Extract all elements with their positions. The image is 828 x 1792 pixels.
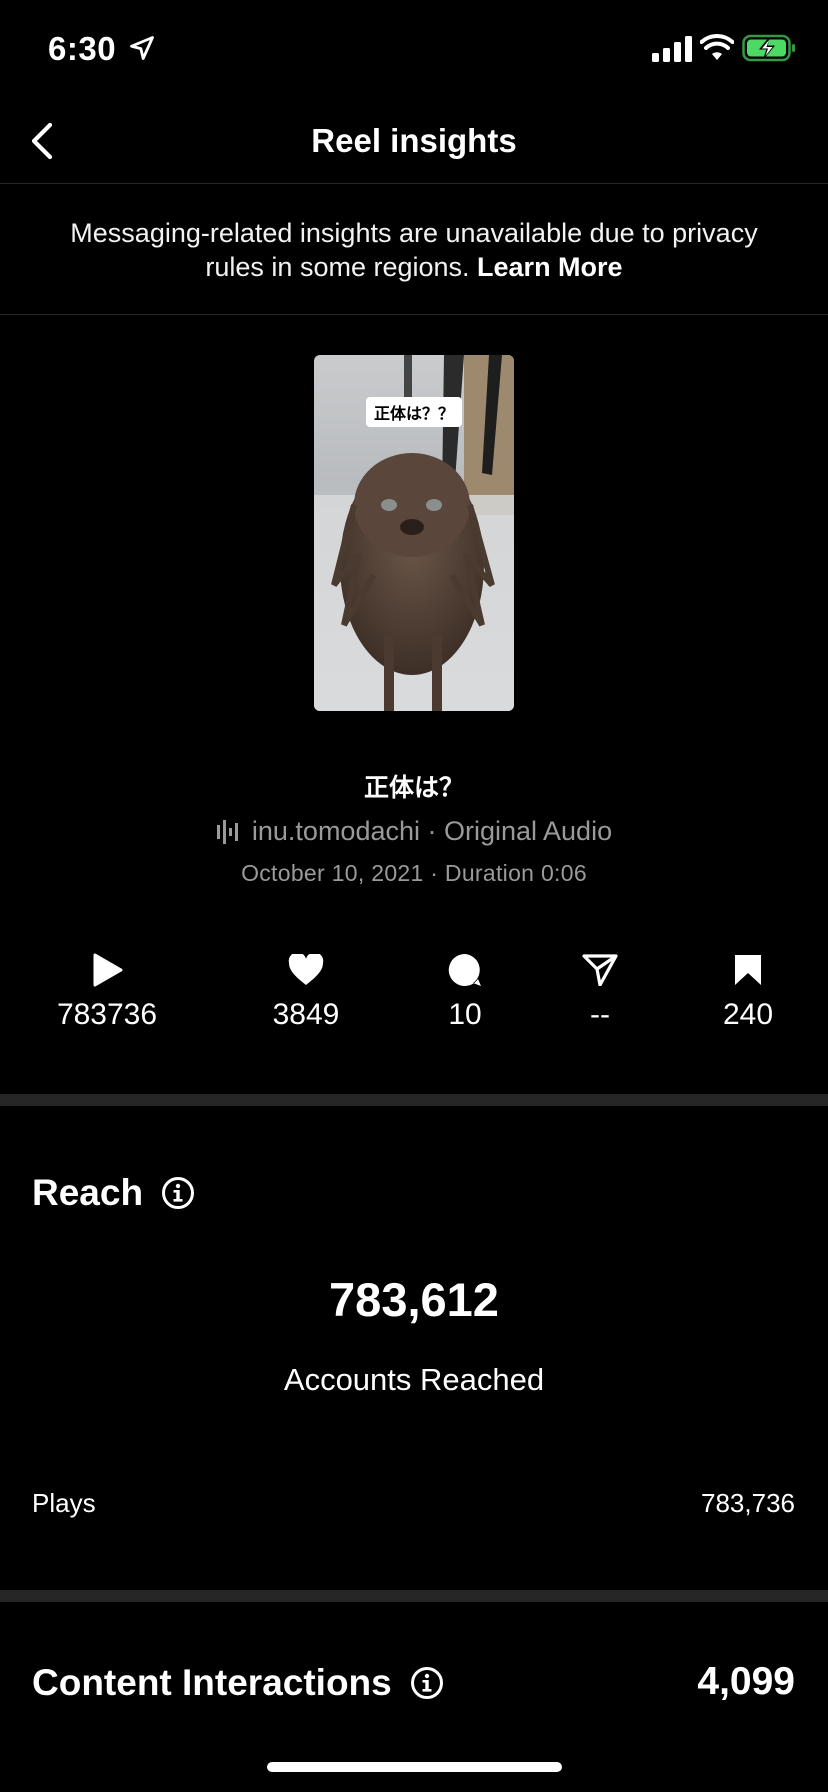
reel-meta: October 10, 2021 · Duration 0:06 <box>241 860 587 886</box>
info-icon[interactable] <box>410 1666 444 1700</box>
info-icon[interactable] <box>161 1176 195 1210</box>
home-indicator[interactable] <box>267 1762 562 1772</box>
bookmark-icon <box>735 955 761 985</box>
reach-label: Accounts Reached <box>283 1362 545 1397</box>
reel-title: 正体は？ <box>363 773 464 802</box>
plays-label: Plays <box>32 1488 96 1518</box>
reel-thumbnail[interactable]: 正体は？？ <box>314 355 514 711</box>
page-title: Reel insights <box>311 122 517 159</box>
content-interactions-title: Content Interactions <box>32 1662 392 1703</box>
battery-charging-icon <box>742 34 795 62</box>
comment-icon <box>448 953 481 986</box>
section-divider <box>0 1590 828 1602</box>
content-interactions-header: Content Interactions <box>32 1662 444 1704</box>
location-arrow-icon <box>130 36 154 60</box>
metric-shares-value: -- <box>590 998 610 1031</box>
nav-bar: Reel insights <box>0 100 828 184</box>
content-interactions-value: 4,099 <box>697 1660 795 1703</box>
metric-plays: 783736 <box>27 952 187 1032</box>
reach-value: 783,612 <box>329 1273 499 1326</box>
plays-value: 783,736 <box>701 1488 795 1518</box>
metric-saves-value: 240 <box>722 998 774 1031</box>
reel-audio-text: inu.tomodachi · Original Audio <box>251 816 613 846</box>
learn-more-link[interactable]: Learn More <box>477 252 623 282</box>
privacy-notice: Messaging-related insights are unavailab… <box>0 185 828 315</box>
metric-plays-value: 783736 <box>56 998 158 1031</box>
notice-text: Messaging-related insights are unavailab… <box>70 217 758 282</box>
audio-waveform-icon <box>216 819 238 844</box>
metric-shares: -- <box>520 952 680 1032</box>
reach-title: Reach <box>32 1172 144 1213</box>
section-divider <box>0 1094 828 1106</box>
metric-saves: 240 <box>668 952 828 1032</box>
status-bar: 6:30 <box>0 0 828 100</box>
status-time: 6:30 <box>48 30 117 67</box>
reel-audio[interactable]: inu.tomodachi · Original Audio <box>0 816 828 847</box>
thumbnail-caption: 正体は？？ <box>365 397 463 427</box>
wifi-icon <box>700 34 734 60</box>
privacy-notice-text: Messaging-related insights are unavailab… <box>70 216 758 284</box>
play-icon <box>93 953 123 987</box>
reach-header: Reach <box>32 1172 195 1214</box>
share-icon <box>582 954 618 986</box>
metric-likes-value: 3849 <box>272 998 340 1031</box>
cellular-signal-icon <box>652 36 692 62</box>
heart-icon <box>288 954 324 985</box>
metric-likes: 3849 <box>226 952 386 1032</box>
